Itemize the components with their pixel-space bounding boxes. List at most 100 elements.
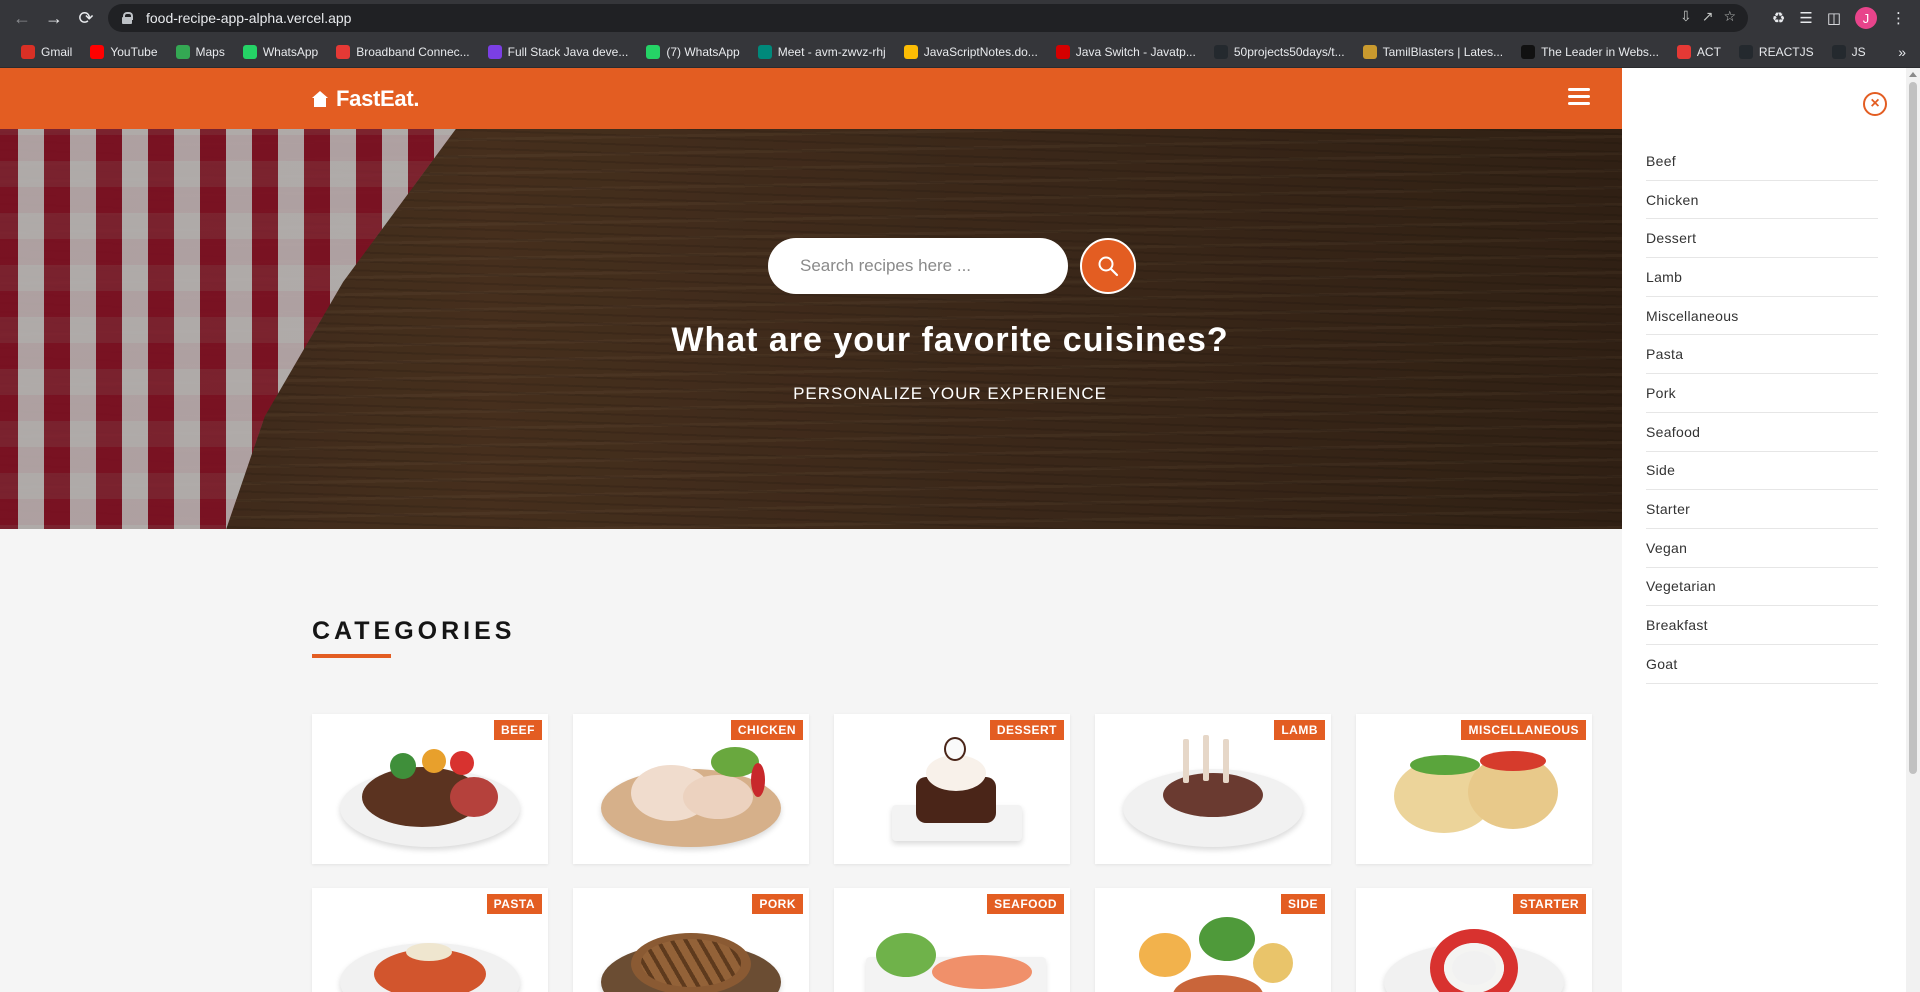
bookmark-item[interactable]: Java Switch - Javatp... <box>1047 44 1205 59</box>
bookmark-item[interactable]: Meet - avm-zwvz-rhj <box>749 44 895 59</box>
bookmark-item[interactable]: The Leader in Webs... <box>1512 44 1668 59</box>
home-icon <box>312 91 328 107</box>
drawer-item-side[interactable]: Side <box>1646 452 1878 491</box>
scrollbar[interactable] <box>1906 68 1920 992</box>
category-image <box>591 903 791 992</box>
category-card[interactable]: DESSERT <box>834 714 1070 864</box>
category-image <box>1374 729 1574 849</box>
search-icon <box>1098 256 1119 277</box>
browser-toolbar: ← → ⟳ food-recipe-app-alpha.vercel.app ⇩… <box>0 0 1920 36</box>
gmail-icon <box>21 44 35 59</box>
github-icon <box>1213 44 1228 59</box>
tamilblasters-icon <box>1362 44 1377 59</box>
bookmark-item[interactable]: (7) WhatsApp <box>637 44 748 59</box>
category-image <box>852 729 1052 849</box>
side-panel-icon[interactable]: ◫ <box>1827 9 1841 27</box>
category-image <box>1374 903 1574 992</box>
bookmark-item[interactable]: WhatsApp <box>234 44 327 59</box>
category-card[interactable]: PASTA <box>312 888 548 992</box>
bookmark-label: The Leader in Webs... <box>1541 44 1659 59</box>
category-card[interactable]: PORK <box>573 888 809 992</box>
category-image <box>1113 729 1313 849</box>
category-badge: CHICKEN <box>730 720 803 740</box>
scrollbar-thumb[interactable] <box>1909 82 1917 774</box>
bookmark-label: ACT <box>1696 44 1721 59</box>
drawer-item-miscellaneous[interactable]: Miscellaneous <box>1646 297 1878 336</box>
category-card[interactable]: SIDE <box>1095 888 1331 992</box>
hamburger-menu-icon[interactable] <box>1568 88 1590 106</box>
category-image <box>1113 903 1313 992</box>
category-card[interactable]: LAMB <box>1095 714 1331 864</box>
category-card[interactable]: MISCELLANEOUS <box>1356 714 1592 864</box>
close-icon[interactable]: × <box>1863 92 1887 116</box>
bookmark-item[interactable]: 50projects50days/t... <box>1205 44 1354 59</box>
back-arrow-icon[interactable]: ← <box>6 2 38 34</box>
bookmark-star-icon[interactable]: ☆ <box>1723 8 1736 25</box>
scroll-up-icon[interactable] <box>1909 72 1917 77</box>
search-button[interactable] <box>1080 238 1136 294</box>
page: FastEat. What are your favorite cuisines… <box>0 68 1920 992</box>
github-icon <box>1831 44 1846 59</box>
drawer-item-vegan[interactable]: Vegan <box>1646 529 1878 568</box>
categories-section: CATEGORIES BEEF CHICKEN DESSERT LAMB MISCELL… <box>0 529 1622 992</box>
browser-actions: ♻ ☰ ◫ J ⋮ <box>1772 2 1920 34</box>
drawer-item-chicken[interactable]: Chicken <box>1646 181 1878 220</box>
category-card[interactable]: SEAFOOD <box>834 888 1070 992</box>
drawer-item-beef[interactable]: Beef <box>1646 142 1878 181</box>
reading-list-icon[interactable]: ☰ <box>1799 9 1812 27</box>
hero-banner: What are your favorite cuisines? PERSONA… <box>0 129 1622 529</box>
more-bookmarks-icon[interactable]: » <box>1898 44 1906 60</box>
bookmark-item[interactable]: JavaScriptNotes.do... <box>895 44 1047 59</box>
bookmark-item[interactable]: Full Stack Java deve... <box>479 44 638 59</box>
drawer-item-starter[interactable]: Starter <box>1646 490 1878 529</box>
javatpoint-icon <box>1055 44 1070 59</box>
drawer-item-breakfast[interactable]: Breakfast <box>1646 606 1878 645</box>
youtube-icon <box>90 44 105 59</box>
bookmark-item[interactable]: ACT <box>1668 44 1730 59</box>
drawer-item-goat[interactable]: Goat <box>1646 645 1878 684</box>
bookmark-label: TamilBlasters | Lates... <box>1382 44 1504 59</box>
drawer-item-vegetarian[interactable]: Vegetarian <box>1646 568 1878 607</box>
forward-arrow-icon[interactable]: → <box>38 2 70 34</box>
category-card[interactable]: BEEF <box>312 714 548 864</box>
bookmark-item[interactable]: Gmail <box>12 44 81 59</box>
wix-icon <box>1521 44 1536 59</box>
bookmark-label: Java Switch - Javatp... <box>1075 44 1196 59</box>
bookmark-item[interactable]: YouTube <box>81 44 166 59</box>
address-bar[interactable]: food-recipe-app-alpha.vercel.app ⇩ ↗ ☆ <box>108 4 1748 32</box>
category-badge: MISCELLANEOUS <box>1461 720 1586 740</box>
bookmark-label: JS <box>1851 44 1866 59</box>
bookmark-label: Gmail <box>41 44 73 59</box>
category-image <box>591 729 791 849</box>
category-image <box>330 729 530 849</box>
bookmarks-bar: Gmail YouTube Maps WhatsApp Broadband Connec… <box>0 36 1920 68</box>
category-card[interactable]: CHICKEN <box>573 714 809 864</box>
category-grid: BEEF CHICKEN DESSERT LAMB MISCELLANEOUS PASTA… <box>312 714 1592 992</box>
install-app-icon[interactable]: ⇩ <box>1680 8 1692 25</box>
navbar: FastEat. <box>0 68 1622 129</box>
bookmark-label: WhatsApp <box>262 44 319 59</box>
categories-heading: CATEGORIES <box>312 617 516 645</box>
category-badge: SIDE <box>1280 894 1325 914</box>
category-image <box>330 903 530 992</box>
brand-logo[interactable]: FastEat. <box>312 86 419 112</box>
drawer-item-lamb[interactable]: Lamb <box>1646 258 1878 297</box>
reload-icon[interactable]: ⟳ <box>70 2 102 34</box>
share-icon[interactable]: ↗ <box>1702 8 1714 25</box>
profile-avatar[interactable]: J <box>1855 7 1877 29</box>
drawer-item-pasta[interactable]: Pasta <box>1646 335 1878 375</box>
category-card[interactable]: STARTER <box>1356 888 1592 992</box>
browser-menu-icon[interactable]: ⋮ <box>1891 9 1906 27</box>
bookmark-item[interactable]: Broadband Connec... <box>327 44 478 59</box>
bookmark-item[interactable]: JS <box>1823 44 1875 59</box>
drawer-item-dessert[interactable]: Dessert <box>1646 219 1878 259</box>
bookmark-item[interactable]: Maps <box>167 44 234 59</box>
drawer-item-pork[interactable]: Pork <box>1646 374 1878 413</box>
search-box <box>768 238 1068 294</box>
bookmark-label: JavaScriptNotes.do... <box>923 44 1038 59</box>
bookmark-item[interactable]: REACTJS <box>1730 44 1823 59</box>
extensions-icon[interactable]: ♻ <box>1772 9 1785 27</box>
search-input[interactable] <box>800 256 1050 276</box>
bookmark-item[interactable]: TamilBlasters | Lates... <box>1354 44 1513 59</box>
drawer-item-seafood[interactable]: Seafood <box>1646 413 1878 452</box>
